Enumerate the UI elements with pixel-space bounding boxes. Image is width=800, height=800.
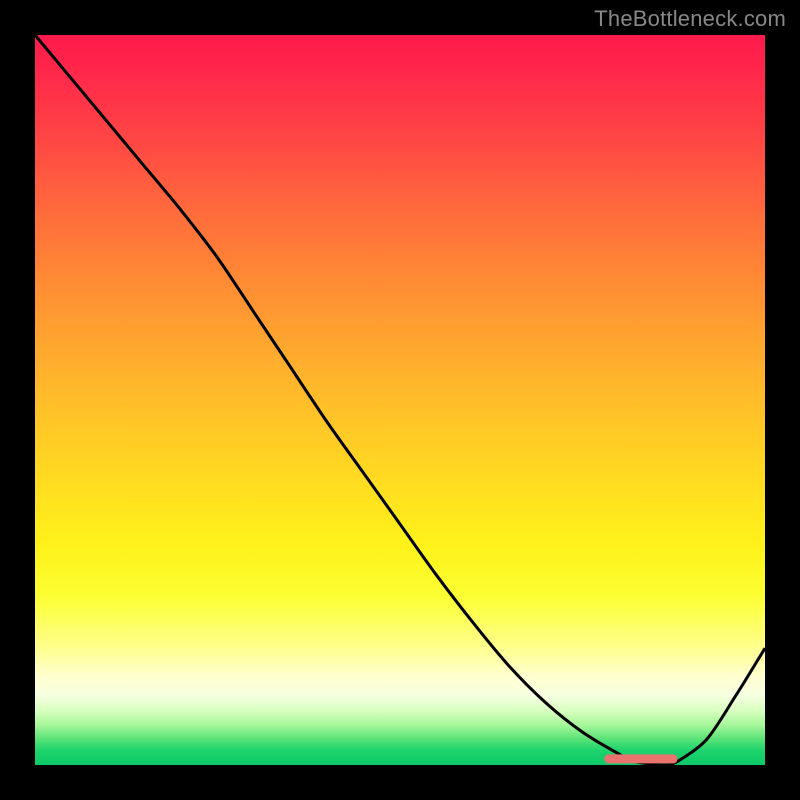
- plot-svg: [35, 35, 765, 765]
- plot-area: [35, 35, 765, 765]
- attribution-text: TheBottleneck.com: [594, 6, 786, 32]
- chart-stage: TheBottleneck.com: [0, 0, 800, 800]
- bottleneck-curve: [35, 35, 765, 765]
- optimal-range-marker: [604, 754, 677, 763]
